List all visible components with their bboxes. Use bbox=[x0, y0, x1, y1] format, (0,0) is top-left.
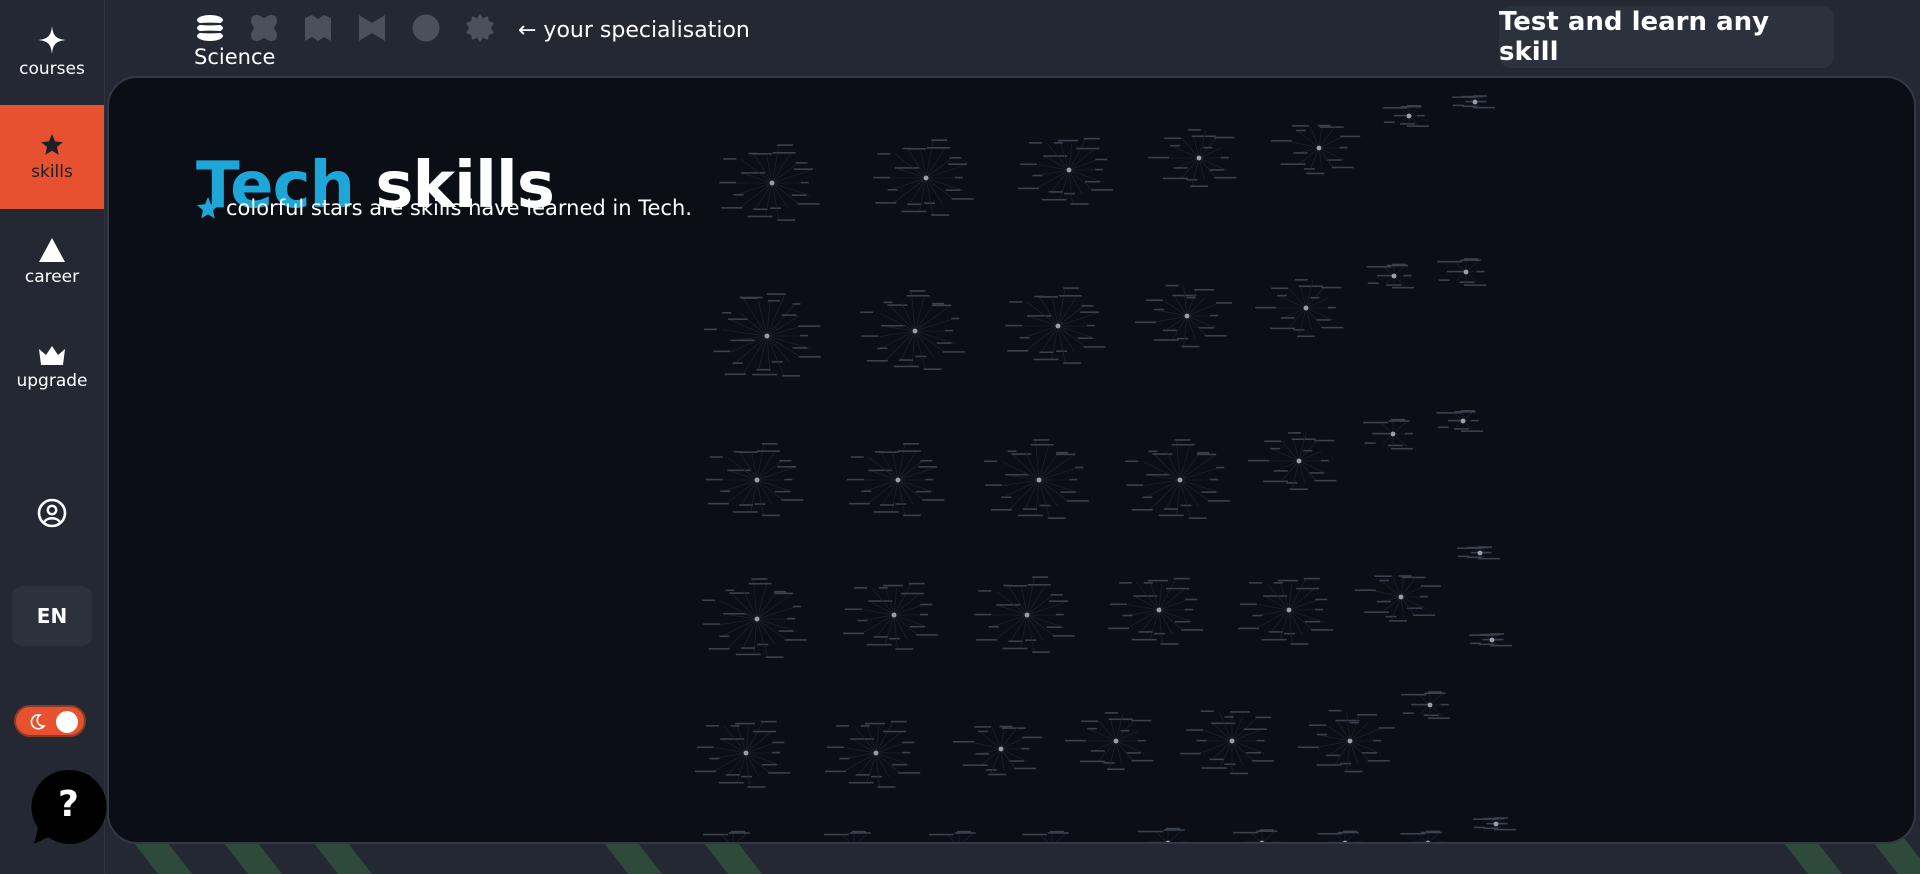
skill-cluster[interactable] bbox=[704, 293, 821, 377]
skill-cluster[interactable] bbox=[1437, 258, 1486, 286]
skill-cluster[interactable] bbox=[873, 139, 974, 216]
star-icon bbox=[41, 134, 63, 155]
sidebar-item-career[interactable]: career bbox=[0, 210, 104, 314]
sidebar-item-label: career bbox=[24, 267, 80, 287]
skill-cluster[interactable] bbox=[1401, 691, 1450, 719]
skill-cluster[interactable] bbox=[1354, 575, 1441, 622]
sidebar-item-label: courses bbox=[19, 59, 85, 79]
skill-cluster[interactable] bbox=[1018, 137, 1114, 205]
skill-cluster[interactable] bbox=[825, 720, 921, 788]
moon-icon bbox=[30, 714, 46, 730]
gear-icon[interactable] bbox=[466, 14, 494, 42]
skill-cluster[interactable] bbox=[1362, 418, 1413, 450]
skill-cluster[interactable] bbox=[823, 830, 874, 844]
skill-cluster[interactable] bbox=[1065, 712, 1154, 771]
blob-icon[interactable] bbox=[250, 14, 278, 42]
specialisation-hint: ← your specialisation bbox=[518, 18, 750, 43]
skill-cluster[interactable] bbox=[1134, 284, 1232, 348]
skill-cluster[interactable] bbox=[719, 144, 820, 221]
language-selector[interactable]: EN bbox=[12, 586, 92, 646]
skill-cluster[interactable] bbox=[1366, 263, 1414, 289]
skill-cluster[interactable] bbox=[1297, 709, 1395, 773]
sidebar-item-label: skills bbox=[31, 162, 73, 182]
help-button[interactable]: ? bbox=[30, 768, 108, 846]
skill-cluster[interactable] bbox=[702, 830, 753, 844]
skill-cluster[interactable] bbox=[984, 439, 1089, 519]
skill-cluster[interactable] bbox=[974, 576, 1075, 653]
map-icon[interactable] bbox=[304, 14, 332, 42]
skill-cluster[interactable] bbox=[1179, 710, 1275, 775]
toggle-knob bbox=[56, 711, 78, 733]
skill-cluster[interactable] bbox=[1238, 577, 1334, 645]
skill-cluster[interactable] bbox=[928, 830, 979, 844]
skill-cluster[interactable] bbox=[1248, 432, 1337, 491]
skill-cluster[interactable] bbox=[843, 582, 939, 650]
skill-cluster[interactable] bbox=[702, 578, 807, 658]
skill-cluster[interactable] bbox=[1255, 279, 1344, 338]
skill-cluster[interactable] bbox=[1125, 439, 1230, 519]
star-icon bbox=[197, 197, 219, 219]
skill-cluster[interactable] bbox=[1457, 546, 1500, 560]
sidebar-item-courses[interactable]: courses bbox=[0, 0, 104, 104]
page-subtitle: colorful stars are skills have learned i… bbox=[196, 196, 692, 220]
skill-cluster[interactable] bbox=[1233, 829, 1282, 844]
skill-cluster[interactable] bbox=[1317, 830, 1365, 844]
bowtie-icon[interactable] bbox=[358, 14, 386, 42]
layers-icon[interactable] bbox=[196, 14, 224, 42]
skill-cluster[interactable] bbox=[1137, 827, 1188, 844]
sidebar-item-skills[interactable]: skills bbox=[0, 105, 104, 209]
skill-cluster[interactable] bbox=[1382, 105, 1429, 127]
sidebar-item-upgrade[interactable]: upgrade bbox=[0, 315, 104, 419]
skill-cluster[interactable] bbox=[1469, 633, 1512, 647]
main-panel: Tech skills colorful stars are skills ha… bbox=[107, 76, 1916, 844]
skill-cluster[interactable] bbox=[1473, 817, 1516, 831]
triangle-icon bbox=[39, 238, 65, 262]
circle-icon[interactable] bbox=[412, 14, 440, 42]
skill-cluster[interactable] bbox=[1108, 577, 1204, 645]
crown-icon bbox=[39, 346, 65, 365]
skill-cluster[interactable] bbox=[1021, 830, 1072, 844]
profile-button[interactable] bbox=[36, 497, 68, 529]
skill-cluster[interactable] bbox=[695, 720, 791, 788]
skill-cluster[interactable] bbox=[1270, 124, 1361, 175]
skill-cluster[interactable] bbox=[1452, 95, 1495, 109]
specialisation-label: Science bbox=[194, 45, 276, 69]
theme-toggle[interactable] bbox=[14, 705, 86, 737]
user-circle-icon bbox=[37, 498, 67, 528]
page-subtitle-text: colorful stars are skills have learned i… bbox=[226, 196, 692, 220]
specialisation-selector bbox=[196, 14, 494, 42]
skill-cluster[interactable] bbox=[860, 290, 965, 370]
skill-cluster[interactable] bbox=[846, 443, 945, 517]
test-and-learn-button[interactable]: Test and learn any skill bbox=[1499, 6, 1834, 68]
skill-cluster[interactable] bbox=[1005, 287, 1106, 364]
top-bar: ← your specialisation Science Test and l… bbox=[105, 0, 1920, 74]
skill-cluster[interactable] bbox=[705, 443, 804, 517]
skill-cluster[interactable] bbox=[952, 725, 1043, 776]
skill-cluster[interactable] bbox=[1436, 410, 1483, 432]
sidebar: courses skills career upgrade EN ? bbox=[0, 0, 108, 874]
skill-cluster[interactable] bbox=[1148, 129, 1237, 188]
skill-cluster[interactable] bbox=[1400, 830, 1448, 844]
sparkle-icon bbox=[38, 26, 66, 54]
help-label: ? bbox=[58, 784, 79, 825]
sidebar-item-label: upgrade bbox=[16, 371, 88, 391]
